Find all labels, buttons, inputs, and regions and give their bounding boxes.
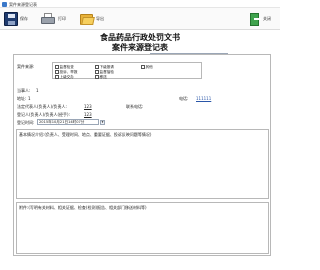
legal-rep-value[interactable]: 123	[84, 104, 92, 109]
app-icon	[2, 1, 7, 7]
checkbox-icon	[95, 65, 99, 69]
checkbox-icon	[55, 70, 59, 74]
source-label: 案件来源:	[17, 64, 35, 69]
source-option-transfer[interactable]: 移送	[95, 75, 107, 80]
option-label: 其他	[145, 64, 153, 69]
registrant-value[interactable]: 123	[84, 112, 92, 117]
export-button[interactable]: 导出	[80, 10, 104, 28]
checkbox-icon	[95, 70, 99, 74]
form-panel: 案件来源: 监督检查 投诉、举报 上级交办 下级报请 监督抽验 移送 其他 当事…	[13, 54, 271, 256]
title-bar: 案件来源登记表	[0, 0, 280, 8]
document-subtitle: 案件来源登记表	[112, 42, 168, 52]
date-label: 登记时间:	[17, 120, 35, 125]
legal-rep-label: 法定代表人(负责人)/负责人:	[17, 104, 67, 109]
save-button[interactable]: 保存	[4, 10, 28, 28]
source-option-superior[interactable]: 上级交办	[55, 75, 74, 80]
option-label: 上级交办	[59, 74, 74, 79]
source-option-other[interactable]: 其他	[141, 65, 153, 70]
checkbox-icon	[55, 75, 59, 79]
party-label: 当事人:	[17, 88, 31, 93]
checkbox-icon	[55, 65, 59, 69]
exit-icon	[250, 12, 261, 26]
save-label: 保存	[20, 16, 28, 21]
print-label: 打印	[58, 16, 66, 21]
phone-label: 电话:	[179, 96, 189, 101]
phone-value[interactable]: 111111	[196, 96, 211, 101]
date-input[interactable]: 2015年10月21日14时07分	[37, 119, 99, 125]
party-value[interactable]: 1	[36, 88, 39, 93]
content-textarea[interactable]: 基本情况介绍:(负责人、受理时间、地点、重要证据、投诉反映问题等情况)	[16, 129, 269, 199]
content-label: 基本情况介绍:(负责人、受理时间、地点、重要证据、投诉反映问题等情况)	[19, 132, 152, 137]
save-icon	[4, 12, 18, 26]
address-value[interactable]: 1	[28, 96, 31, 101]
attachment-label: 附件:(写明有关材料、相关证据、检查(检测)报告、相关部门移送材料等)	[19, 205, 147, 210]
attachment-textarea[interactable]: 附件:(写明有关材料、相关证据、检查(检测)报告、相关部门移送材料等)	[16, 202, 269, 254]
folder-icon	[80, 12, 95, 26]
printer-icon	[40, 12, 56, 26]
contact-label: 联系电话:	[126, 104, 144, 109]
registrant-label: 登记人(负责人)/负责人(经手):	[17, 112, 70, 117]
source-options-box: 监督检查 投诉、举报 上级交办 下级报请 监督抽验 移送 其他	[52, 62, 202, 79]
window-title: 案件来源登记表	[9, 1, 37, 7]
checkbox-icon	[141, 65, 145, 69]
checkbox-icon	[95, 75, 99, 79]
calendar-dropdown-icon[interactable]: ▾	[100, 119, 105, 125]
exit-button[interactable]: 关闭	[250, 10, 271, 28]
toolbar: 保存 打印 导出 关闭	[0, 8, 280, 30]
address-label: 地址:	[17, 96, 27, 101]
print-button[interactable]: 打印	[40, 10, 66, 28]
option-label: 移送	[99, 74, 107, 79]
exit-label: 关闭	[263, 16, 271, 21]
export-label: 导出	[96, 16, 104, 21]
